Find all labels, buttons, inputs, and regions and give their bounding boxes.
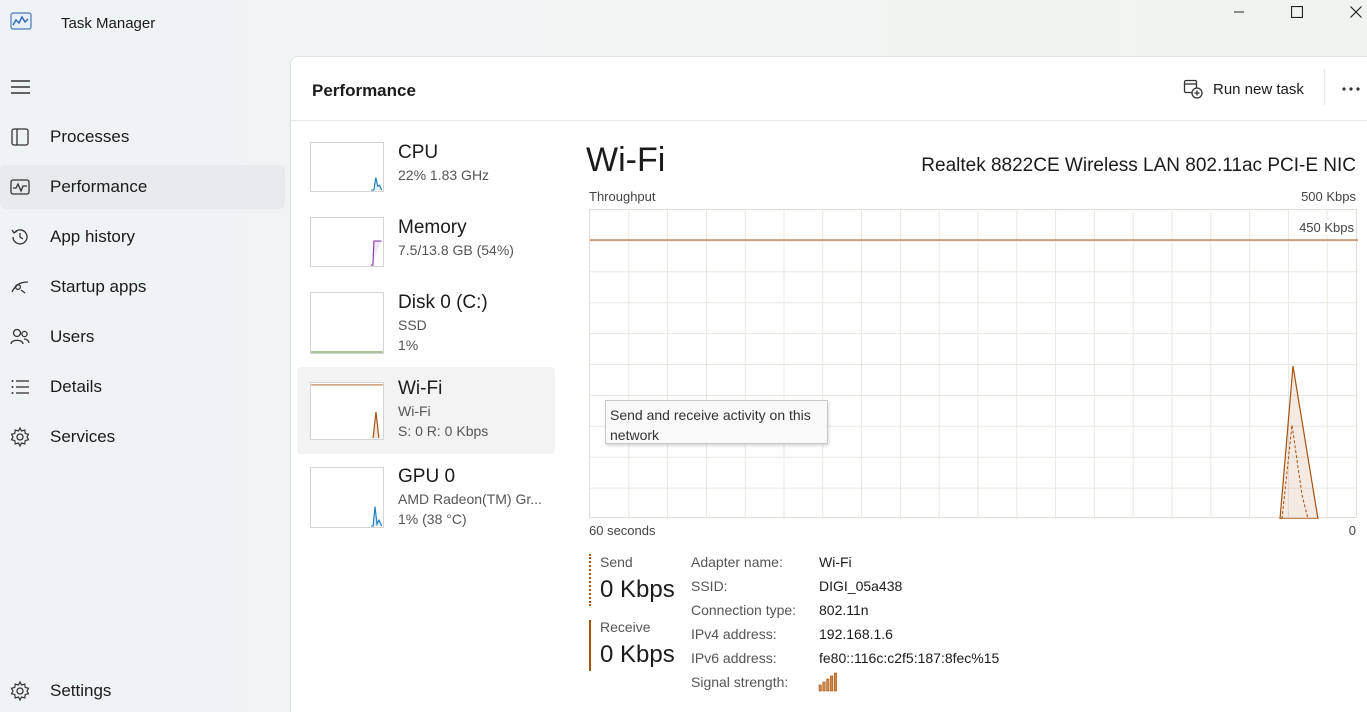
sidebar-item-label: Performance <box>50 177 148 196</box>
disk-mini-graph <box>310 292 384 354</box>
adapter-description: Realtek 8822CE Wireless LAN 802.11ac PCI… <box>921 155 1356 176</box>
cpu-mini-graph <box>310 142 384 192</box>
title-bar: Task Manager <box>0 0 1367 56</box>
throughput-label: Throughput <box>589 189 656 204</box>
device-subtitle: 7.5/13.8 GB (54%) <box>398 242 514 258</box>
detail-title: Wi-Fi <box>586 141 666 179</box>
device-name: Memory <box>398 217 467 238</box>
device-subtitle-secondary: 1% <box>398 337 419 353</box>
processes-icon <box>11 128 29 146</box>
device-subtitle: 22% 1.83 GHz <box>398 167 490 183</box>
task-manager-app-icon <box>10 12 32 30</box>
sidebar-item-users[interactable]: Users <box>0 315 285 359</box>
graph-max-label: 500 Kbps <box>1301 189 1356 204</box>
sidebar-item-settings[interactable]: Settings <box>0 669 285 712</box>
details-icon <box>11 380 29 394</box>
receive-value: 0 Kbps <box>600 641 675 668</box>
device-item-gpu[interactable]: GPU 0 AMD Radeon(TM) Gr... 1% (38 °C) <box>297 455 555 535</box>
hamburger-menu-icon[interactable] <box>10 78 32 96</box>
sidebar-item-label: App history <box>50 227 136 246</box>
prop-adapter-name-key: Adapter name: <box>691 554 783 570</box>
scale-line-label: 450 Kbps <box>1297 220 1356 235</box>
run-new-task-icon <box>1183 79 1203 99</box>
device-subtitle-secondary: S: 0 R: 0 Kbps <box>398 423 489 439</box>
x-axis-right-label: 0 <box>1348 523 1356 538</box>
memory-mini-graph <box>310 217 384 267</box>
prop-adapter-name-value: Wi-Fi <box>819 554 852 570</box>
run-new-task-label: Run new task <box>1213 80 1304 98</box>
run-new-task-button[interactable]: Run new task <box>1183 77 1304 101</box>
device-subtitle: SSD <box>398 317 427 333</box>
device-subtitle-secondary: 1% (38 °C) <box>398 511 467 527</box>
device-name: Wi-Fi <box>398 378 443 399</box>
sidebar-item-label: Processes <box>50 127 130 146</box>
device-subtitle: Wi-Fi <box>398 403 431 419</box>
maximize-button[interactable] <box>1274 0 1320 24</box>
header-divider <box>1324 69 1325 105</box>
sidebar-item-details[interactable]: Details <box>0 365 285 409</box>
prop-connection-type-value: 802.11n <box>819 602 869 618</box>
x-axis-left-label: 60 seconds <box>589 523 656 538</box>
close-icon <box>1350 6 1362 18</box>
device-item-wifi[interactable]: Wi-Fi Wi-Fi S: 0 R: 0 Kbps <box>297 367 555 454</box>
sidebar-item-services[interactable]: Services <box>0 415 285 459</box>
startup-apps-icon <box>11 281 29 294</box>
prop-connection-type-key: Connection type: <box>691 602 797 618</box>
minimize-button[interactable] <box>1216 0 1262 24</box>
sidebar-item-app-history[interactable]: App history <box>0 215 285 259</box>
throughput-graph-svg <box>590 210 1358 520</box>
more-options-icon[interactable] <box>1336 79 1366 99</box>
send-value: 0 Kbps <box>600 576 675 603</box>
prop-ipv6-value: fe80::116c:c2f5:187:8fec%15 <box>819 650 1000 666</box>
send-label: Send <box>600 554 633 570</box>
sidebar-item-processes[interactable]: Processes <box>0 115 285 159</box>
prop-ssid-key: SSID: <box>691 578 728 594</box>
throughput-graph <box>589 209 1358 520</box>
main-panel: Performance Run new task CPU 22% 1.83 GH… <box>290 56 1367 712</box>
header-separator <box>291 120 1367 121</box>
users-icon <box>10 328 30 345</box>
graph-tooltip: Send and receive activity on this networ… <box>605 400 828 444</box>
performance-icon <box>10 179 30 195</box>
receive-label: Receive <box>600 619 651 635</box>
app-title: Task Manager <box>61 15 156 32</box>
prop-ssid-value: DIGI_05a438 <box>819 578 903 594</box>
app-history-icon <box>11 229 28 245</box>
minimize-icon <box>1234 11 1244 13</box>
prop-ipv4-value: 192.168.1.6 <box>819 626 893 642</box>
settings-icon <box>10 680 30 702</box>
close-button[interactable] <box>1333 0 1367 24</box>
device-name: Disk 0 (C:) <box>398 292 488 313</box>
sidebar-item-startup-apps[interactable]: Startup apps <box>0 265 285 309</box>
services-icon <box>10 426 30 448</box>
sidebar-item-label: Details <box>50 377 102 396</box>
receive-series-area <box>1279 365 1319 520</box>
sidebar-item-label: Settings <box>50 681 112 700</box>
sidebar: Processes Performance App history Startu… <box>0 56 290 712</box>
sidebar-item-label: Services <box>50 427 116 446</box>
prop-ipv4-key: IPv4 address: <box>691 626 777 642</box>
maximize-icon <box>1291 6 1303 18</box>
device-item-cpu[interactable]: CPU 22% 1.83 GHz <box>297 130 555 205</box>
wifi-mini-graph <box>310 382 384 440</box>
sidebar-item-label: Users <box>50 327 95 346</box>
gpu-mini-graph <box>310 467 384 528</box>
receive-indicator <box>589 620 591 671</box>
prop-ipv6-key: IPv6 address: <box>691 650 777 666</box>
signal-strength-icon <box>818 672 837 692</box>
device-item-disk[interactable]: Disk 0 (C:) SSD 1% <box>297 281 555 365</box>
device-name: GPU 0 <box>398 466 456 487</box>
device-name: CPU <box>398 142 439 163</box>
device-item-memory[interactable]: Memory 7.5/13.8 GB (54%) <box>297 206 555 281</box>
sidebar-item-performance[interactable]: Performance <box>0 165 285 209</box>
send-indicator <box>589 554 591 606</box>
prop-signal-strength-key: Signal strength: <box>691 674 789 690</box>
device-subtitle: AMD Radeon(TM) Gr... <box>398 491 542 507</box>
page-title: Performance <box>312 81 416 100</box>
sidebar-item-label: Startup apps <box>50 277 147 296</box>
